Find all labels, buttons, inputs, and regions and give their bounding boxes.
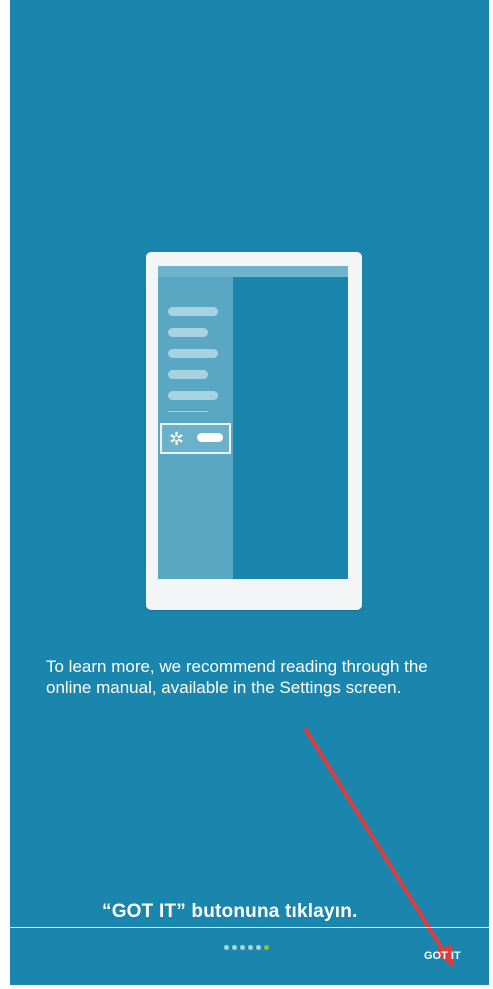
annotation-text: “GOT IT” butonuna tıklayın. xyxy=(102,901,358,922)
page-dot xyxy=(232,945,237,950)
page-dot xyxy=(256,945,261,950)
page-dot xyxy=(224,945,229,950)
page-dot xyxy=(240,945,245,950)
page-dot-active xyxy=(264,945,269,950)
page-indicator xyxy=(224,945,269,953)
bottom-divider xyxy=(10,927,489,928)
annotation-arrow xyxy=(304,728,454,968)
got-it-button[interactable]: GOT IT xyxy=(418,946,467,966)
onboarding-screen: ✲ To learn more, we recommend reading th… xyxy=(10,0,489,985)
page-dot xyxy=(248,945,253,950)
